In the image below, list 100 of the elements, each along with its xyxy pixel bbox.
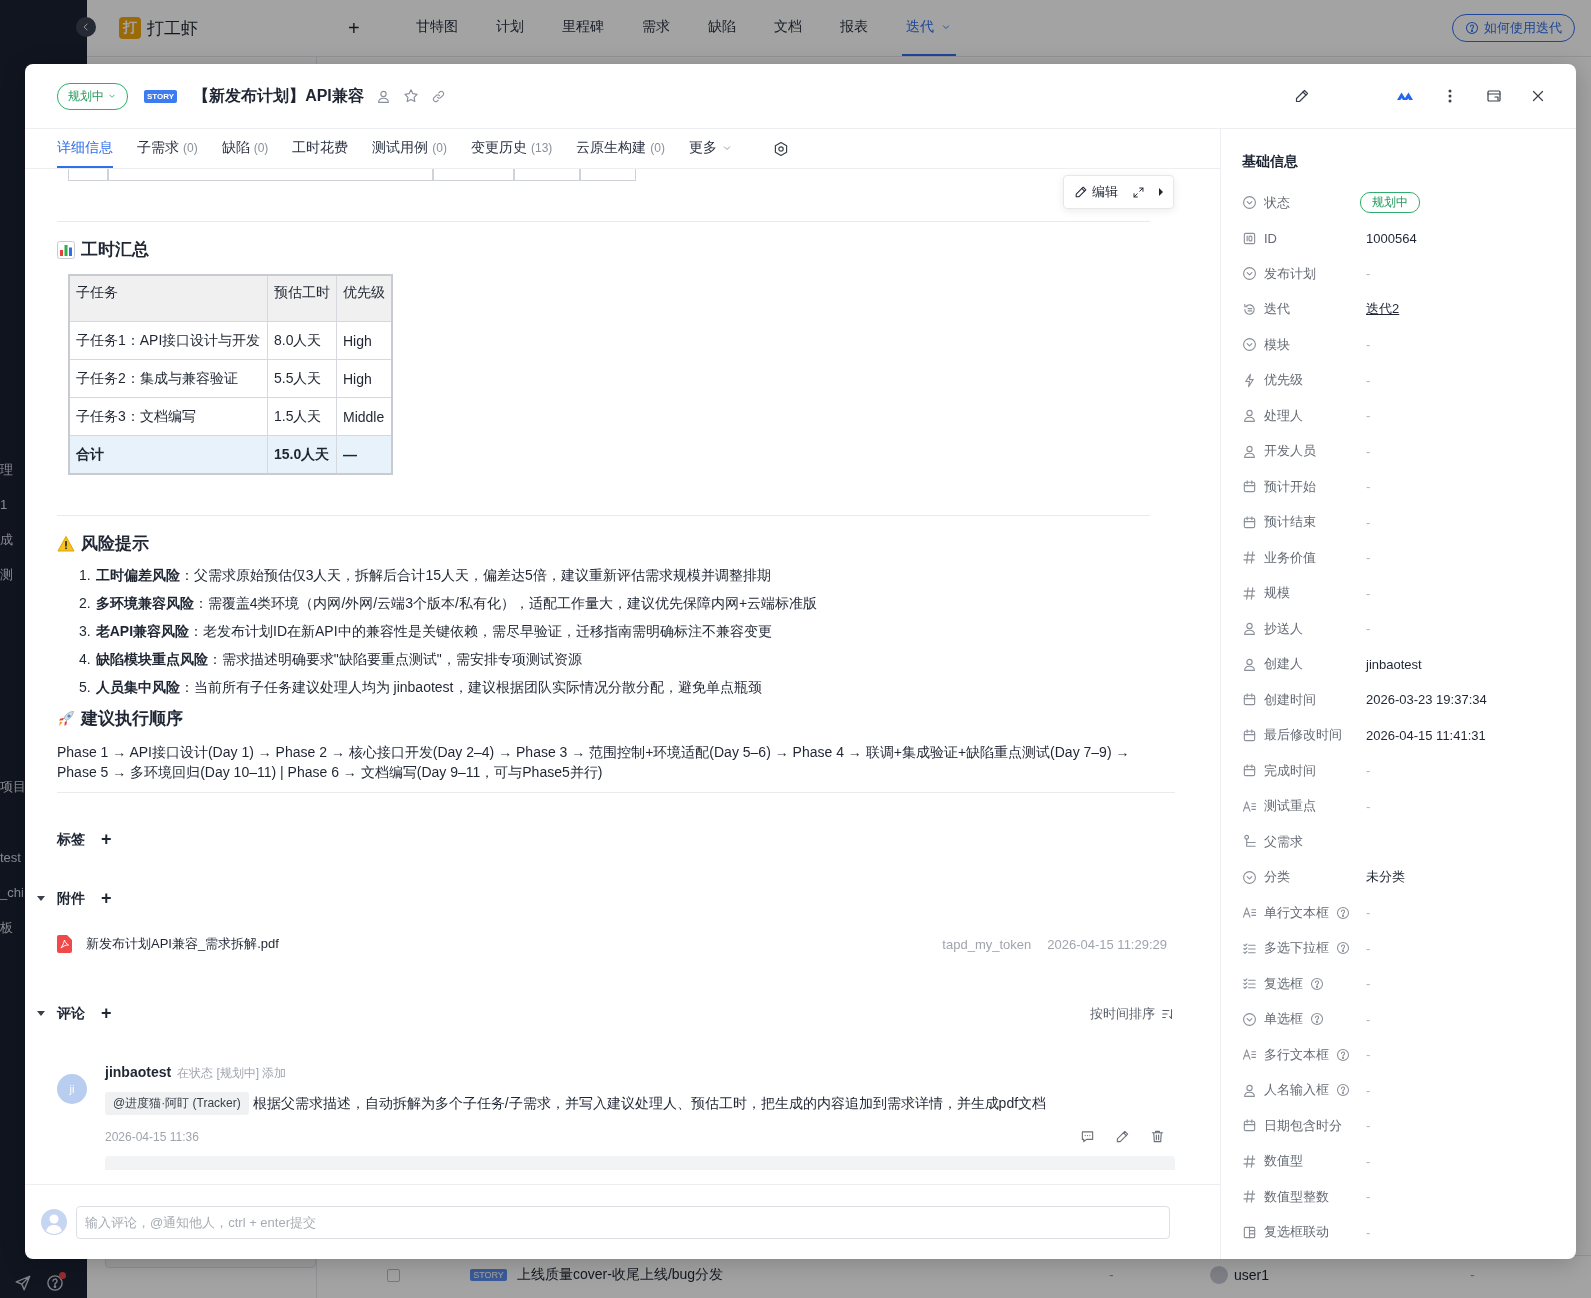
comment-text: 根据父需求描述，自动拆解为多个子任务/子需求，并写入建议处理人、预估工时，把生成的内容追加到需求详情，并生成pdf文档 [252, 1094, 1047, 1113]
chart-icon [57, 240, 75, 259]
expand-icon[interactable] [1132, 185, 1145, 199]
edit-icon[interactable] [1115, 1129, 1130, 1144]
delete-icon[interactable] [1150, 1129, 1165, 1144]
panel-heading: 基础信息 [1242, 153, 1299, 171]
help-icon[interactable] [1310, 1012, 1324, 1027]
story-title: 【新发布计划】API兼容 [193, 85, 364, 106]
help-icon[interactable] [1310, 976, 1324, 991]
add-button[interactable]: + [101, 888, 112, 909]
settings-icon[interactable] [773, 140, 790, 157]
section-heading: 工时汇总 [81, 239, 149, 261]
project-name[interactable]: 打工虾 [147, 16, 198, 40]
nav-tab[interactable]: 计划 [491, 0, 528, 56]
app-logo-icon[interactable] [1396, 90, 1414, 102]
sidebar-item[interactable]: 理 [0, 452, 13, 487]
window-icon[interactable] [1486, 88, 1502, 104]
sidebar-item[interactable]: 成 [0, 522, 13, 557]
edit-icon[interactable] [1294, 88, 1310, 104]
field-label: 多行文本框 [1264, 1045, 1329, 1064]
mention-tag[interactable]: @进度猫·阿盯 (Tracker) [105, 1092, 249, 1115]
caret-icon[interactable] [37, 1011, 45, 1016]
edit-button[interactable]: 编辑 [1074, 183, 1118, 201]
person-icon[interactable] [375, 88, 391, 104]
sidebar-item[interactable]: 测 [0, 557, 13, 592]
field-label: 复选框 [1264, 974, 1303, 993]
comment-author: jinbaotest [105, 1064, 172, 1080]
comment-icon[interactable] [1080, 1129, 1095, 1144]
add-button[interactable]: + [348, 16, 360, 40]
field-value: - [1366, 372, 1371, 388]
nav-tab[interactable]: 缺陷 [703, 0, 740, 56]
field-value: - [1366, 479, 1371, 495]
caret-icon[interactable] [1159, 188, 1163, 196]
help-icon[interactable] [1336, 1047, 1350, 1062]
hash-icon [1242, 585, 1257, 601]
table-cell: 子任务1：API接口设计与开发 [69, 321, 268, 360]
caret-icon[interactable] [37, 896, 45, 901]
sidebar-item[interactable]: test [0, 840, 21, 875]
help-icon[interactable] [1336, 941, 1350, 956]
dropdown-icon [1242, 1011, 1257, 1027]
star-icon[interactable] [402, 88, 419, 104]
field-label: 预计结束 [1264, 513, 1316, 532]
id-card-icon [1242, 230, 1257, 246]
detail-tab[interactable]: 工时花费 [292, 129, 349, 168]
field-value: - [1366, 585, 1371, 601]
comment-input-field[interactable]: 输入评论，@通知他人，ctrl + enter提交 [76, 1205, 1170, 1239]
field-label: 业务价值 [1264, 548, 1316, 567]
detail-tab[interactable]: 更多 [689, 129, 734, 168]
nav-tab[interactable]: 甘特图 [411, 0, 462, 56]
help-icon[interactable] [1336, 1083, 1350, 1098]
dropdown-icon [1242, 195, 1257, 211]
detail-tab[interactable]: 缺陷 (0) [221, 129, 269, 168]
uploader-name: tapd_my_token [942, 936, 1032, 952]
field-value: - [1366, 443, 1371, 459]
dropdown-icon [1242, 266, 1257, 282]
table-cell: - [1470, 1267, 1475, 1283]
field-label: 最后修改时间 [1264, 726, 1342, 745]
close-icon[interactable] [1530, 88, 1546, 104]
sidebar-item[interactable]: 板 [0, 910, 13, 945]
person-icon [1242, 621, 1257, 637]
status-dropdown[interactable]: 规划中 [57, 82, 128, 110]
upload-time: 2026-04-15 11:29:29 [1047, 936, 1167, 952]
list-number: 4. [79, 650, 91, 669]
attachment-link[interactable]: 新发布计划API兼容_需求拆解.pdf [86, 935, 279, 953]
nav-tab[interactable]: 报表 [835, 0, 872, 56]
field-label: 预计开始 [1264, 477, 1316, 496]
detail-tab[interactable]: 测试用例 (0) [372, 129, 447, 168]
detail-tab[interactable]: 变更历史 (13) [471, 129, 553, 168]
field-label: 人名输入框 [1264, 1081, 1329, 1100]
field-value: 2026-04-15 11:41:31 [1366, 727, 1486, 743]
add-button[interactable]: + [101, 1003, 112, 1024]
help-button[interactable]: 如何使用迭代 [1452, 14, 1575, 42]
row-title[interactable]: 上线质量cover-收尾上线/bug分发 [517, 1266, 1109, 1284]
field-label: 数值型 [1264, 1152, 1303, 1171]
iteration-link[interactable]: 迭代2 [1366, 300, 1400, 319]
nav-tab[interactable]: 文档 [769, 0, 806, 56]
sidebar-item[interactable]: 项目 [0, 769, 26, 804]
sort-button[interactable]: 按时间排序 [1090, 1004, 1175, 1023]
field-label: 数值型整数 [1264, 1187, 1329, 1206]
field-label: 完成时间 [1264, 761, 1316, 780]
detail-tab[interactable]: 云原生构建 (0) [576, 129, 666, 168]
edit-icon [1074, 185, 1088, 199]
link-icon[interactable] [430, 88, 446, 104]
table-cell: 8.0人天 [267, 321, 337, 360]
comment-time: 2026-04-15 11:36 [105, 1129, 199, 1144]
send-icon[interactable] [14, 1274, 32, 1292]
help-icon[interactable] [1336, 905, 1350, 920]
detail-tab[interactable]: 详细信息 [57, 129, 113, 168]
nav-tab[interactable]: 需求 [637, 0, 674, 56]
nav-tab[interactable]: 里程碑 [557, 0, 608, 56]
execution-order-text: Phase 1 → API接口设计(Day 1) → Phase 2 → 核心接口开发(Day 2–4) → Phase 3 → 范围控制+环境适配(Day 5–6) → Phase 4 → 联调+集成验证+缺陷重点测试(Day 7–9) → Phase 5 → 多环境回归(Day 10–11) | Phase 6 → 文档编写(Day 9–11，可与Phase5并行) [57, 743, 1131, 782]
help-icon[interactable] [46, 1274, 64, 1292]
list-number: 5. [79, 678, 91, 697]
sidebar-item[interactable]: _chi [0, 875, 24, 910]
column-header: 优先级 [336, 275, 392, 322]
row-checkbox[interactable] [387, 1268, 400, 1282]
sidebar-item[interactable]: 1 [0, 487, 8, 522]
detail-tab[interactable]: 子需求 (0) [137, 129, 198, 168]
section-title: 标签 [57, 830, 85, 849]
add-button[interactable]: + [101, 829, 112, 850]
